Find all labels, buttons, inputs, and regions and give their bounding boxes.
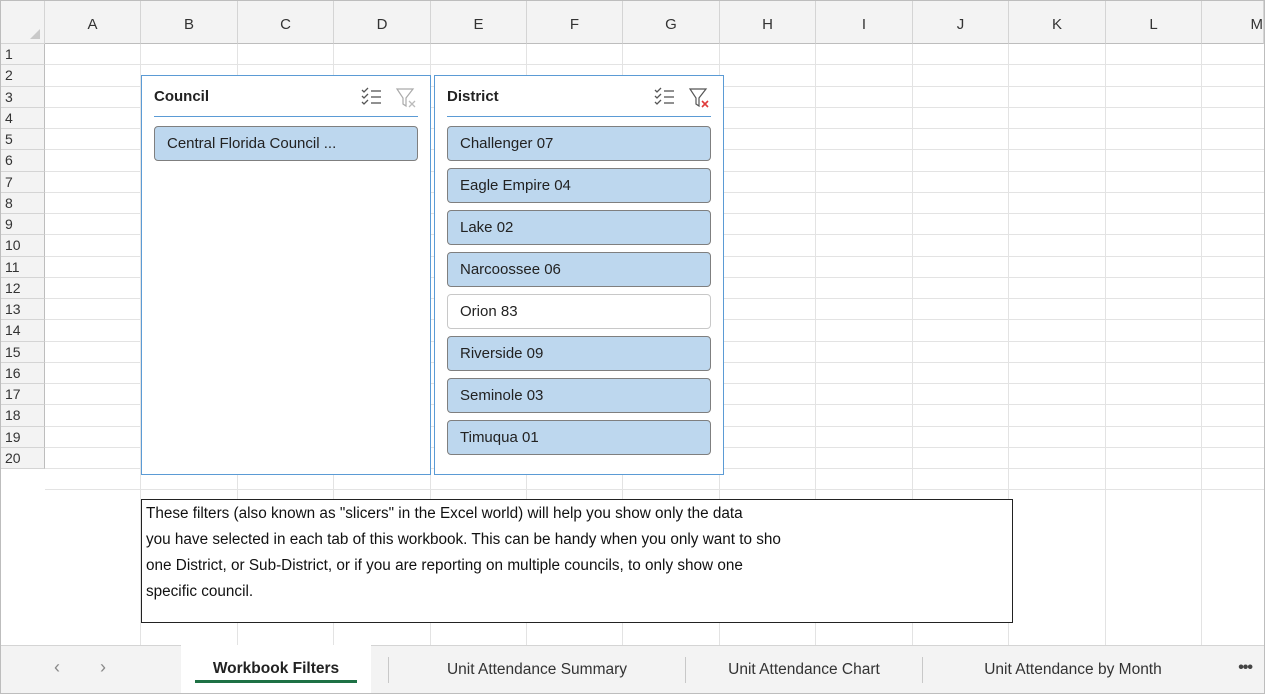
- textbox-line: These filters (also known as "slicers" i…: [146, 505, 743, 522]
- clear-filter-icon[interactable]: [687, 86, 711, 110]
- textbox-line: you have selected in each tab of this wo…: [146, 531, 781, 548]
- row-header[interactable]: 10: [1, 235, 45, 257]
- row-header[interactable]: 20: [1, 447, 45, 469]
- tab-unit-attendance-chart[interactable]: Unit Attendance Chart: [686, 646, 922, 693]
- explanation-textbox[interactable]: These filters (also known as "slicers" i…: [141, 499, 1013, 623]
- slicer-item[interactable]: Challenger 07: [447, 126, 711, 161]
- column-header[interactable]: C: [238, 1, 334, 44]
- tab-label: Unit Attendance Summary: [446, 660, 628, 678]
- slicer-item[interactable]: Riverside 09: [447, 336, 711, 371]
- previous-sheet-icon[interactable]: ‹: [47, 657, 67, 678]
- row-header[interactable]: 16: [1, 362, 45, 384]
- tab-unit-attendance-by-month[interactable]: Unit Attendance by Month: [923, 646, 1223, 693]
- gridline: [45, 64, 1264, 66]
- row-header[interactable]: 14: [1, 320, 45, 342]
- column-header[interactable]: B: [141, 1, 238, 44]
- slicer-item[interactable]: Seminole 03: [447, 378, 711, 413]
- row-header[interactable]: 3: [1, 86, 45, 108]
- column-header[interactable]: A: [45, 1, 141, 44]
- gridline: [1105, 44, 1106, 645]
- tab-label: Unit Attendance by Month: [984, 660, 1162, 678]
- row-header[interactable]: 13: [1, 299, 45, 321]
- row-header[interactable]: 5: [1, 129, 45, 151]
- gridline: [45, 489, 1264, 491]
- multi-select-icon[interactable]: [653, 86, 677, 110]
- column-header[interactable]: I: [816, 1, 913, 44]
- multi-select-icon[interactable]: [360, 86, 384, 110]
- column-header[interactable]: G: [623, 1, 720, 44]
- district-slicer-header: District: [447, 86, 711, 117]
- next-sheet-icon[interactable]: ›: [93, 657, 113, 678]
- row-header[interactable]: 9: [1, 214, 45, 236]
- sheet-tab-bar: ‹ › Workbook Filters Unit Attendance Sum…: [1, 645, 1264, 693]
- slicer-item[interactable]: Narcoossee 06: [447, 252, 711, 287]
- slicer-item[interactable]: Timuqua 01: [447, 420, 711, 455]
- excel-window: ABCDEFGHIJKLM 1 2 3 4 5 6 7 8 9 10 11 12 13 14 15 16 17 1…: [0, 0, 1265, 694]
- tab-label: Unit Attendance Chart: [728, 660, 880, 678]
- gridline: [1201, 44, 1202, 645]
- column-header[interactable]: J: [913, 1, 1009, 44]
- column-header[interactable]: M: [1202, 1, 1264, 44]
- row-header[interactable]: 6: [1, 150, 45, 172]
- tab-label: Workbook Filters: [212, 660, 340, 677]
- row-header[interactable]: 7: [1, 171, 45, 193]
- council-slicer-header: Council: [154, 86, 418, 117]
- council-slicer[interactable]: Council Central Florida Council ...: [141, 75, 431, 475]
- council-slicer-title: Council: [154, 88, 209, 105]
- tab-workbook-filters[interactable]: Workbook Filters: [181, 645, 371, 693]
- row-header[interactable]: 15: [1, 341, 45, 363]
- column-header[interactable]: E: [431, 1, 527, 44]
- slicer-item[interactable]: Eagle Empire 04: [447, 168, 711, 203]
- textbox-line: one District, or Sub-District, or if you…: [146, 557, 743, 574]
- row-header[interactable]: 4: [1, 107, 45, 129]
- more-sheets-icon[interactable]: •••: [1238, 659, 1253, 677]
- row-header[interactable]: 18: [1, 405, 45, 427]
- district-slicer[interactable]: District Challenger 07 Eagle Empire 04 L…: [434, 75, 724, 475]
- select-all-corner[interactable]: [1, 1, 45, 44]
- district-slicer-title: District: [447, 88, 499, 105]
- column-header[interactable]: L: [1106, 1, 1202, 44]
- clear-filter-icon[interactable]: [394, 86, 418, 110]
- textbox-line: specific council.: [146, 583, 254, 600]
- column-header[interactable]: F: [527, 1, 623, 44]
- column-header[interactable]: K: [1009, 1, 1106, 44]
- row-header[interactable]: 2: [1, 65, 45, 87]
- active-tab-underline: [195, 680, 357, 683]
- row-header[interactable]: 11: [1, 256, 45, 278]
- row-header[interactable]: 12: [1, 277, 45, 299]
- worksheet-grid[interactable]: ABCDEFGHIJKLM 1 2 3 4 5 6 7 8 9 10 11 12 13 14 15 16 17 1…: [1, 1, 1264, 645]
- row-header[interactable]: 17: [1, 384, 45, 406]
- tab-unit-attendance-summary[interactable]: Unit Attendance Summary: [389, 646, 685, 693]
- column-header[interactable]: D: [334, 1, 431, 44]
- row-header[interactable]: 1: [1, 44, 45, 66]
- slicer-item[interactable]: Orion 83: [447, 294, 711, 329]
- row-header[interactable]: 19: [1, 426, 45, 448]
- row-header[interactable]: 8: [1, 192, 45, 214]
- slicer-item[interactable]: Central Florida Council ...: [154, 126, 418, 161]
- slicer-item[interactable]: Lake 02: [447, 210, 711, 245]
- column-header[interactable]: H: [720, 1, 816, 44]
